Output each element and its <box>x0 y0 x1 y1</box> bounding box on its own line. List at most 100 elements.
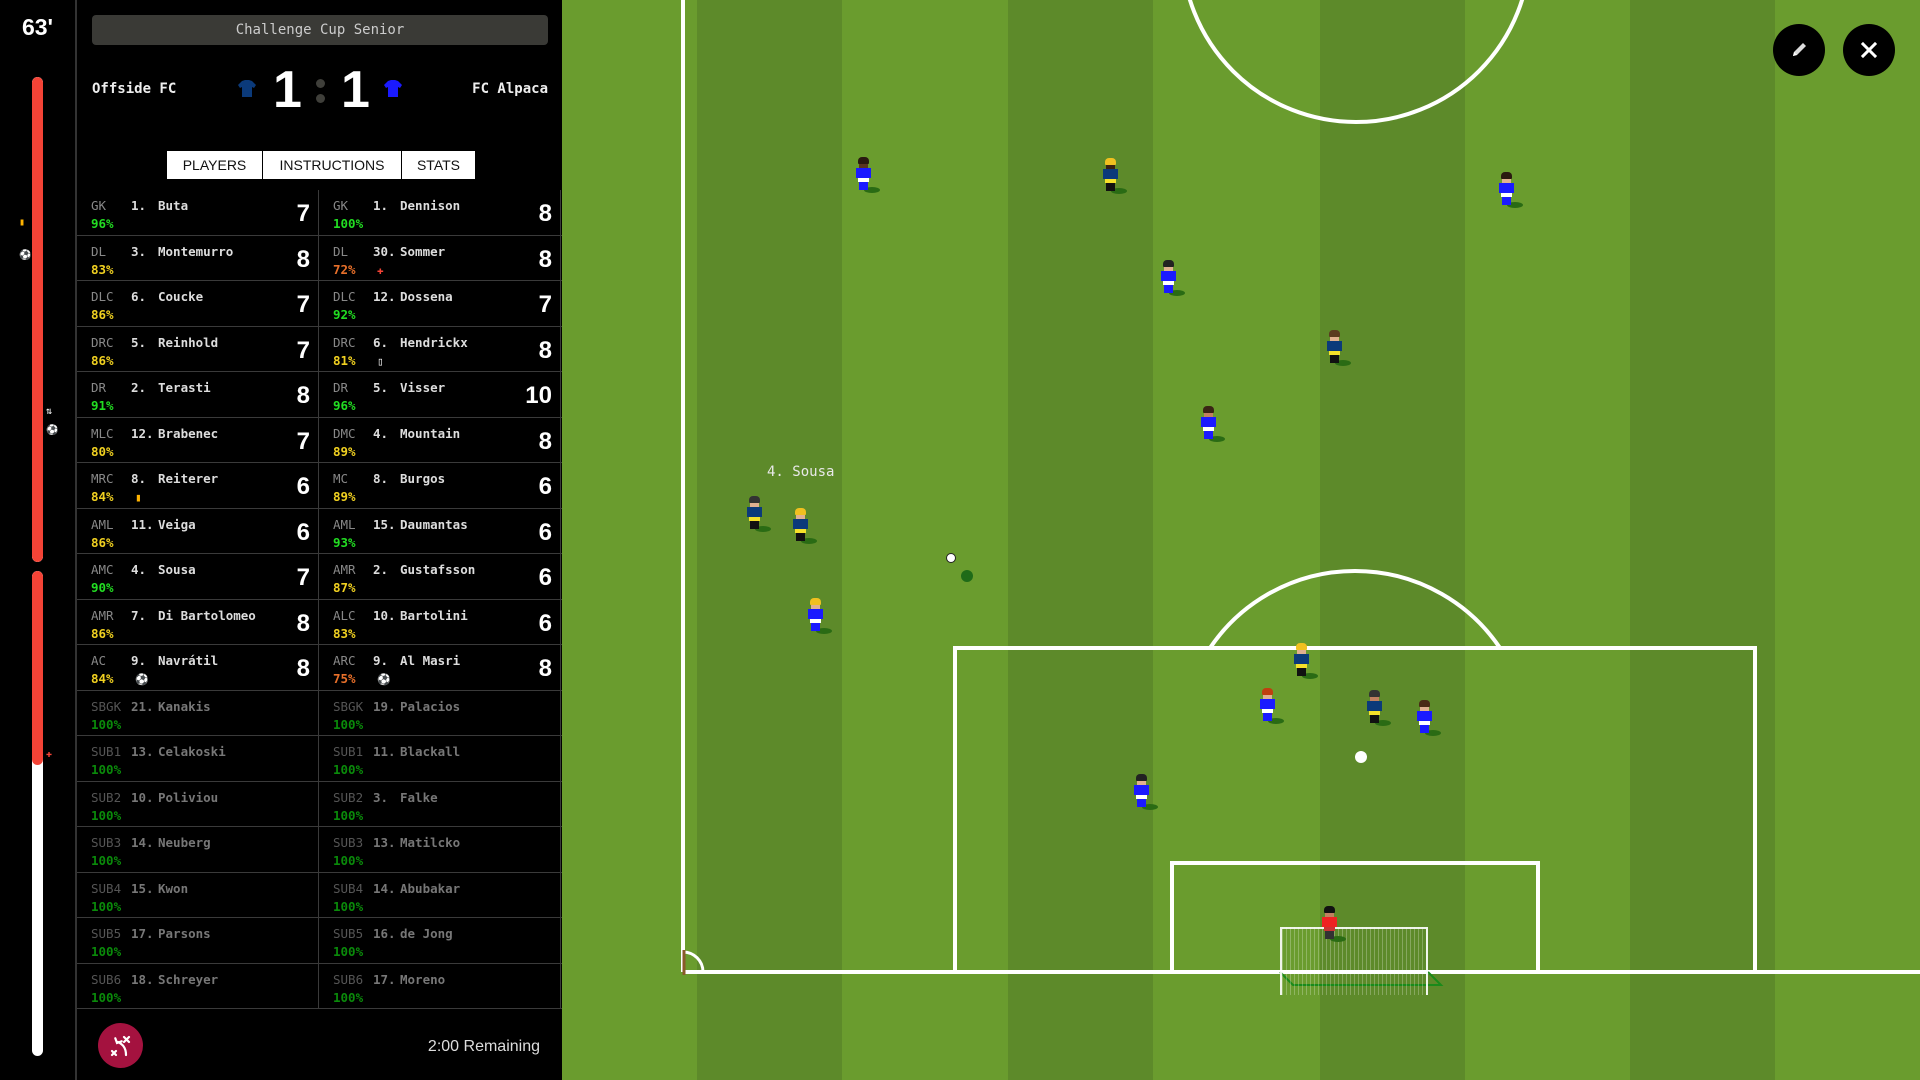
close-button[interactable] <box>1843 24 1895 76</box>
away-player-row[interactable]: SUB1 100% 11. Blackall <box>319 736 561 781</box>
home-player-row[interactable]: SUB1 100% 13. Celakoski <box>77 736 319 781</box>
away-player-sprite[interactable] <box>1258 688 1284 724</box>
player-number: 14. <box>131 835 154 850</box>
player-position: AMR <box>333 562 356 577</box>
home-player-row[interactable]: DL 83% 3. Montemurro 8 <box>77 235 319 280</box>
home-player-row[interactable]: MRC 84% 8. Reiterer 6 ▮ <box>77 463 319 508</box>
home-player-row[interactable]: AC 84% 9. Navrátil 8 ⚽ <box>77 645 319 690</box>
player-position: MC <box>333 471 349 486</box>
away-player-row[interactable]: MC 89% 8. Burgos 6 <box>319 463 561 508</box>
home-player-row[interactable]: SUB5 100% 17. Parsons <box>77 918 319 963</box>
home-player-row[interactable]: SUB6 100% 18. Schreyer <box>77 963 319 1008</box>
away-player-sprite[interactable] <box>1415 700 1441 736</box>
away-player-sprite[interactable] <box>1132 774 1158 810</box>
player-name: Neuberg <box>158 835 211 850</box>
player-position: SUB3 <box>91 835 122 850</box>
player-number: 17. <box>131 926 154 941</box>
away-player-sprite[interactable] <box>1199 406 1225 442</box>
away-player-sprite[interactable] <box>1497 172 1523 208</box>
player-rating: 8 <box>538 200 552 227</box>
player-name: de Jong <box>400 926 453 941</box>
away-player-row[interactable]: ALC 83% 10. Bartolini 6 <box>319 599 561 644</box>
away-player-row[interactable]: ARC 75% 9. Al Masri 8 ⚽ <box>319 645 561 690</box>
player-position: SBGK <box>91 698 122 714</box>
player-number: 8. <box>131 471 147 486</box>
home-player-row[interactable]: MLC 80% 12. Brabenec 7 <box>77 417 319 462</box>
roster-row: AC 84% 9. Navrátil 8 ⚽ ARC 75% 9. Al Masri 8 ⚽ <box>77 645 562 691</box>
away-player-row[interactable]: DR 96% 5. Visser 10 <box>319 372 561 417</box>
player-number: 12. <box>373 289 396 304</box>
roster-row: DL 83% 3. Montemurro 8 DL 72% 30. Sommer 8 ✚ <box>77 235 562 281</box>
tab-instructions[interactable]: INSTRUCTIONS <box>263 151 401 179</box>
score-separator <box>316 79 326 109</box>
player-number: 6. <box>373 334 389 350</box>
home-player-row[interactable]: SUB2 100% 10. Poliviou <box>77 781 319 826</box>
home-player-sprite[interactable] <box>1365 690 1391 726</box>
home-player-sprite[interactable] <box>1325 330 1351 366</box>
player-number: 11. <box>373 744 396 759</box>
player-position: SUB4 <box>333 880 364 896</box>
home-player-sprite[interactable] <box>745 496 771 532</box>
away-player-row[interactable]: DRC 81% 6. Hendrickx 8 ▯ <box>319 326 561 371</box>
home-player-row[interactable]: GK 96% 1. Buta 7 <box>77 190 319 235</box>
away-player-row[interactable]: SUB4 100% 14. Abubakar <box>319 872 561 917</box>
player-position: DLC <box>91 289 114 304</box>
away-player-row[interactable]: SUB3 100% 13. Matilcko <box>319 827 561 872</box>
player-name: Celakoski <box>158 744 226 759</box>
away-player-row[interactable]: DL 72% 30. Sommer 8 ✚ <box>319 235 561 280</box>
tab-players[interactable]: PLAYERS <box>167 151 262 179</box>
player-number: 2. <box>373 562 389 577</box>
home-player-sprite[interactable] <box>791 508 817 544</box>
player-rating: 8 <box>296 382 310 409</box>
away-player-row[interactable]: AMR 87% 2. Gustafsson 6 <box>319 554 561 599</box>
home-player-row[interactable]: SUB3 100% 14. Neuberg <box>77 827 319 872</box>
first-half-track <box>32 77 43 562</box>
home-player-sprite[interactable] <box>1292 643 1318 679</box>
away-player-sprite[interactable] <box>806 598 832 634</box>
tactics-button[interactable] <box>98 1023 143 1068</box>
tab-stats[interactable]: STATS <box>402 151 475 179</box>
away-player-row[interactable]: SUB2 100% 3. Falke <box>319 781 561 826</box>
home-player-row[interactable]: SBGK 100% 21. Kanakis <box>77 690 319 735</box>
player-condition: 83% <box>333 625 356 641</box>
player-number: 8. <box>373 471 389 486</box>
player-rating: 8 <box>538 655 552 682</box>
edit-button[interactable] <box>1773 24 1825 76</box>
player-number: 17. <box>373 971 396 987</box>
player-name: Daumantas <box>400 516 468 532</box>
away-player-row[interactable]: AML 93% 15. Daumantas 6 <box>319 508 561 553</box>
away-shirt-icon <box>384 80 402 97</box>
player-name: Di Bartolomeo <box>158 607 256 623</box>
away-player-row[interactable]: GK 100% 1. Dennison 8 <box>319 190 561 235</box>
away-player-sprite[interactable] <box>1159 260 1185 296</box>
away-player-row[interactable]: DMC 89% 4. Mountain 8 <box>319 417 561 462</box>
home-player-row[interactable]: AMR 86% 7. Di Bartolomeo 8 <box>77 599 319 644</box>
roster-row: SUB1 100% 13. Celakoski SUB1 100% 11. Blackall <box>77 736 562 782</box>
away-player-row[interactable]: SUB6 100% 17. Moreno <box>319 963 561 1008</box>
away-player-row[interactable]: SBGK 100% 19. Palacios <box>319 690 561 735</box>
player-number: 30. <box>373 243 396 259</box>
player-position: DRC <box>91 334 114 350</box>
away-player-row[interactable]: SUB5 100% 16. de Jong <box>319 918 561 963</box>
pitch-markings <box>681 0 1920 986</box>
pitch-view[interactable]: 4. Sousa <box>562 0 1920 1080</box>
home-score: 1 <box>273 61 302 119</box>
home-player-row[interactable]: DLC 86% 6. Coucke 7 <box>77 281 319 326</box>
home-player-row[interactable]: SUB4 100% 15. Kwon <box>77 872 319 917</box>
home-player-row[interactable]: DRC 86% 5. Reinhold 7 <box>77 326 319 371</box>
player-condition: 89% <box>333 489 356 504</box>
player-name: Palacios <box>400 698 461 714</box>
away-player-row[interactable]: DLC 92% 12. Dossena 7 <box>319 281 561 326</box>
goalkeeper-sprite[interactable] <box>1320 906 1346 942</box>
player-condition: 93% <box>333 534 356 550</box>
home-player-row[interactable]: AML 86% 11. Veiga 6 <box>77 508 319 553</box>
goal-ball-icon: ⚽ <box>135 673 149 686</box>
player-condition: 100% <box>333 898 364 914</box>
player-condition: 87% <box>333 580 356 595</box>
home-player-sprite[interactable] <box>1101 158 1127 194</box>
away-player-sprite[interactable] <box>854 157 880 193</box>
player-rating: 7 <box>296 427 310 455</box>
home-player-row[interactable]: AMC 90% 4. Sousa 7 <box>77 554 319 599</box>
home-player-row[interactable]: DR 91% 2. Terasti 8 <box>77 372 319 417</box>
injury-cross-icon: ✚ <box>377 263 384 277</box>
